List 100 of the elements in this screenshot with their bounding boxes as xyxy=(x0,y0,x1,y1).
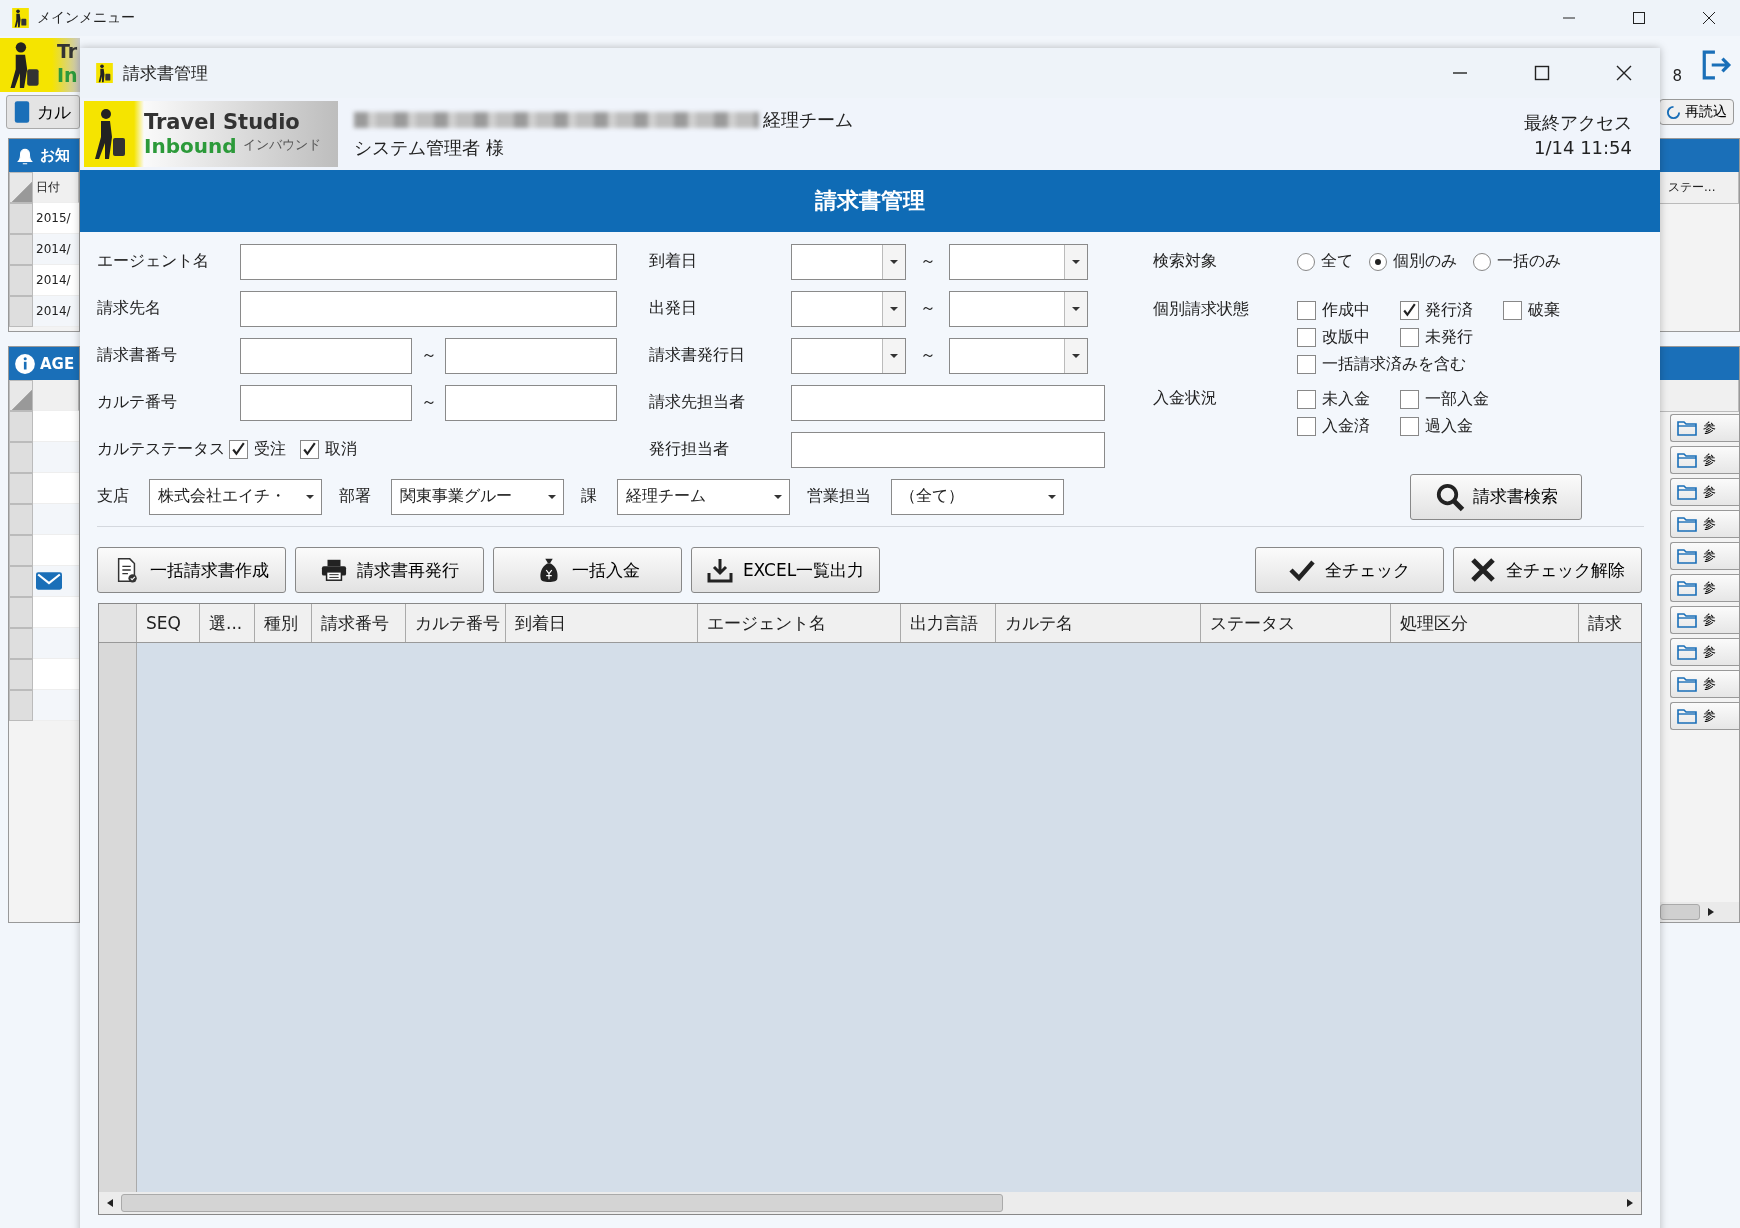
input-field[interactable] xyxy=(445,337,617,374)
checkbox[interactable] xyxy=(1297,390,1316,409)
input-field[interactable] xyxy=(240,384,412,421)
column-header[interactable]: エージェント名 xyxy=(698,604,901,642)
date-field[interactable] xyxy=(791,290,906,327)
input-field[interactable] xyxy=(445,384,617,421)
column-header[interactable]: 請求番号 xyxy=(312,604,406,642)
folder-icon xyxy=(1677,644,1697,660)
dropdown[interactable]: （全て） xyxy=(891,478,1064,515)
action-button[interactable]: EXCEL一覧出力 xyxy=(691,547,880,593)
column-header[interactable]: 請求 xyxy=(1579,604,1641,642)
row-header xyxy=(9,566,33,597)
column-header[interactable]: カルテ番号 xyxy=(406,604,506,642)
checkbox[interactable] xyxy=(229,440,248,459)
maximize-icon[interactable] xyxy=(1534,65,1550,81)
field-label: 請求先名 xyxy=(97,298,162,319)
reference-button[interactable]: 参 xyxy=(1670,510,1739,538)
column-header[interactable]: ステータス xyxy=(1201,604,1391,642)
date-field[interactable] xyxy=(949,337,1088,374)
search-button[interactable]: 請求書検索 xyxy=(1410,473,1582,520)
row-header xyxy=(9,380,33,411)
option-label: 未入金 xyxy=(1322,389,1370,410)
book-icon xyxy=(13,100,31,124)
close-icon[interactable] xyxy=(1616,65,1632,81)
logout-icon[interactable] xyxy=(1700,49,1732,81)
reference-button[interactable]: 参 xyxy=(1670,574,1739,602)
input-field[interactable] xyxy=(240,290,617,327)
date-field[interactable] xyxy=(949,290,1088,327)
field-label: カルテ番号 xyxy=(97,392,178,413)
check-button[interactable]: 全チェック解除 xyxy=(1453,547,1642,593)
column-header[interactable]: カルテ名 xyxy=(996,604,1201,642)
action-button[interactable]: 請求書再発行 xyxy=(295,547,484,593)
input-field[interactable] xyxy=(791,384,1105,421)
checkbox[interactable] xyxy=(300,440,319,459)
reference-button[interactable]: 参 xyxy=(1670,414,1739,442)
radio-button[interactable] xyxy=(1473,252,1491,271)
refresh-icon xyxy=(1666,104,1681,120)
access-time: 8 xyxy=(1672,67,1682,85)
column-header[interactable]: 到着日 xyxy=(506,604,698,642)
checkbox[interactable] xyxy=(1297,355,1316,374)
dropdown[interactable]: 株式会社エイチ・ xyxy=(149,478,322,515)
row-header xyxy=(9,172,33,203)
column-header[interactable]: 処理区分 xyxy=(1391,604,1579,642)
input-field[interactable] xyxy=(240,243,617,280)
action-button[interactable]: 一括入金 xyxy=(493,547,682,593)
column-header[interactable]: 選... xyxy=(200,604,255,642)
checkbox[interactable] xyxy=(1297,328,1316,347)
radio-button[interactable] xyxy=(1297,252,1315,271)
scroll-left-icon[interactable] xyxy=(107,1199,113,1207)
option-label: 破棄 xyxy=(1528,300,1560,321)
logo-text: In xyxy=(57,64,78,86)
checkbox[interactable] xyxy=(1503,301,1522,320)
date-field[interactable] xyxy=(791,243,906,280)
dropdown[interactable]: 経理チーム xyxy=(617,478,790,515)
option-label: 発行済 xyxy=(1425,300,1473,321)
reference-button[interactable]: 参 xyxy=(1670,542,1739,570)
column-header[interactable]: 出力言語 xyxy=(901,604,996,642)
checkbox[interactable] xyxy=(1297,301,1316,320)
karte-button[interactable]: カル xyxy=(6,95,80,129)
option-label: 全て xyxy=(1321,251,1353,272)
scroll-right-icon[interactable] xyxy=(1627,1199,1633,1207)
checkbox[interactable] xyxy=(1297,417,1316,436)
check-button[interactable]: 全チェック xyxy=(1255,547,1444,593)
reference-button[interactable]: 参 xyxy=(1670,670,1739,698)
field-label: 営業担当 xyxy=(807,486,871,507)
action-button[interactable]: 一括請求書作成 xyxy=(97,547,286,593)
close-icon[interactable] xyxy=(1702,11,1716,25)
checkbox[interactable] xyxy=(1400,390,1419,409)
field-label: カルテステータス xyxy=(97,439,225,460)
scroll-right-icon[interactable] xyxy=(1708,908,1714,916)
reference-button[interactable]: 参 xyxy=(1670,638,1739,666)
column-header[interactable]: SEQ xyxy=(137,604,200,642)
folder-icon xyxy=(1677,516,1697,532)
maximize-icon[interactable] xyxy=(1632,11,1646,25)
field-label: 到着日 xyxy=(649,251,698,272)
checkbox[interactable] xyxy=(1400,328,1419,347)
panel-title: お知 xyxy=(40,146,70,165)
reference-button[interactable]: 参 xyxy=(1670,478,1739,506)
window-title: メインメニュー xyxy=(37,9,135,27)
reference-button[interactable]: 参 xyxy=(1670,446,1739,474)
scrollbar[interactable] xyxy=(99,1192,1641,1214)
reload-button[interactable]: 再読込 xyxy=(1659,99,1734,125)
input-field[interactable] xyxy=(240,337,412,374)
scrollbar-thumb[interactable] xyxy=(121,1194,1003,1212)
checkbox[interactable] xyxy=(1400,417,1419,436)
date-field[interactable] xyxy=(791,337,906,374)
last-access-time: 1/14 11:54 xyxy=(1534,136,1632,158)
date-field[interactable] xyxy=(949,243,1088,280)
input-field[interactable] xyxy=(791,431,1105,468)
row-header xyxy=(9,659,33,690)
column-header: ステー... xyxy=(1660,172,1739,204)
dropdown[interactable]: 関東事業グルー xyxy=(391,478,564,515)
radio-button[interactable] xyxy=(1369,252,1387,271)
user-name: システム管理者 様 xyxy=(354,136,505,160)
checkbox[interactable] xyxy=(1400,301,1419,320)
scrollbar[interactable] xyxy=(1660,902,1739,922)
reference-button[interactable]: 参 xyxy=(1670,702,1739,730)
column-header[interactable]: 種別 xyxy=(255,604,312,642)
reference-button[interactable]: 参 xyxy=(1670,606,1739,634)
column-header: 日付 xyxy=(33,172,79,203)
